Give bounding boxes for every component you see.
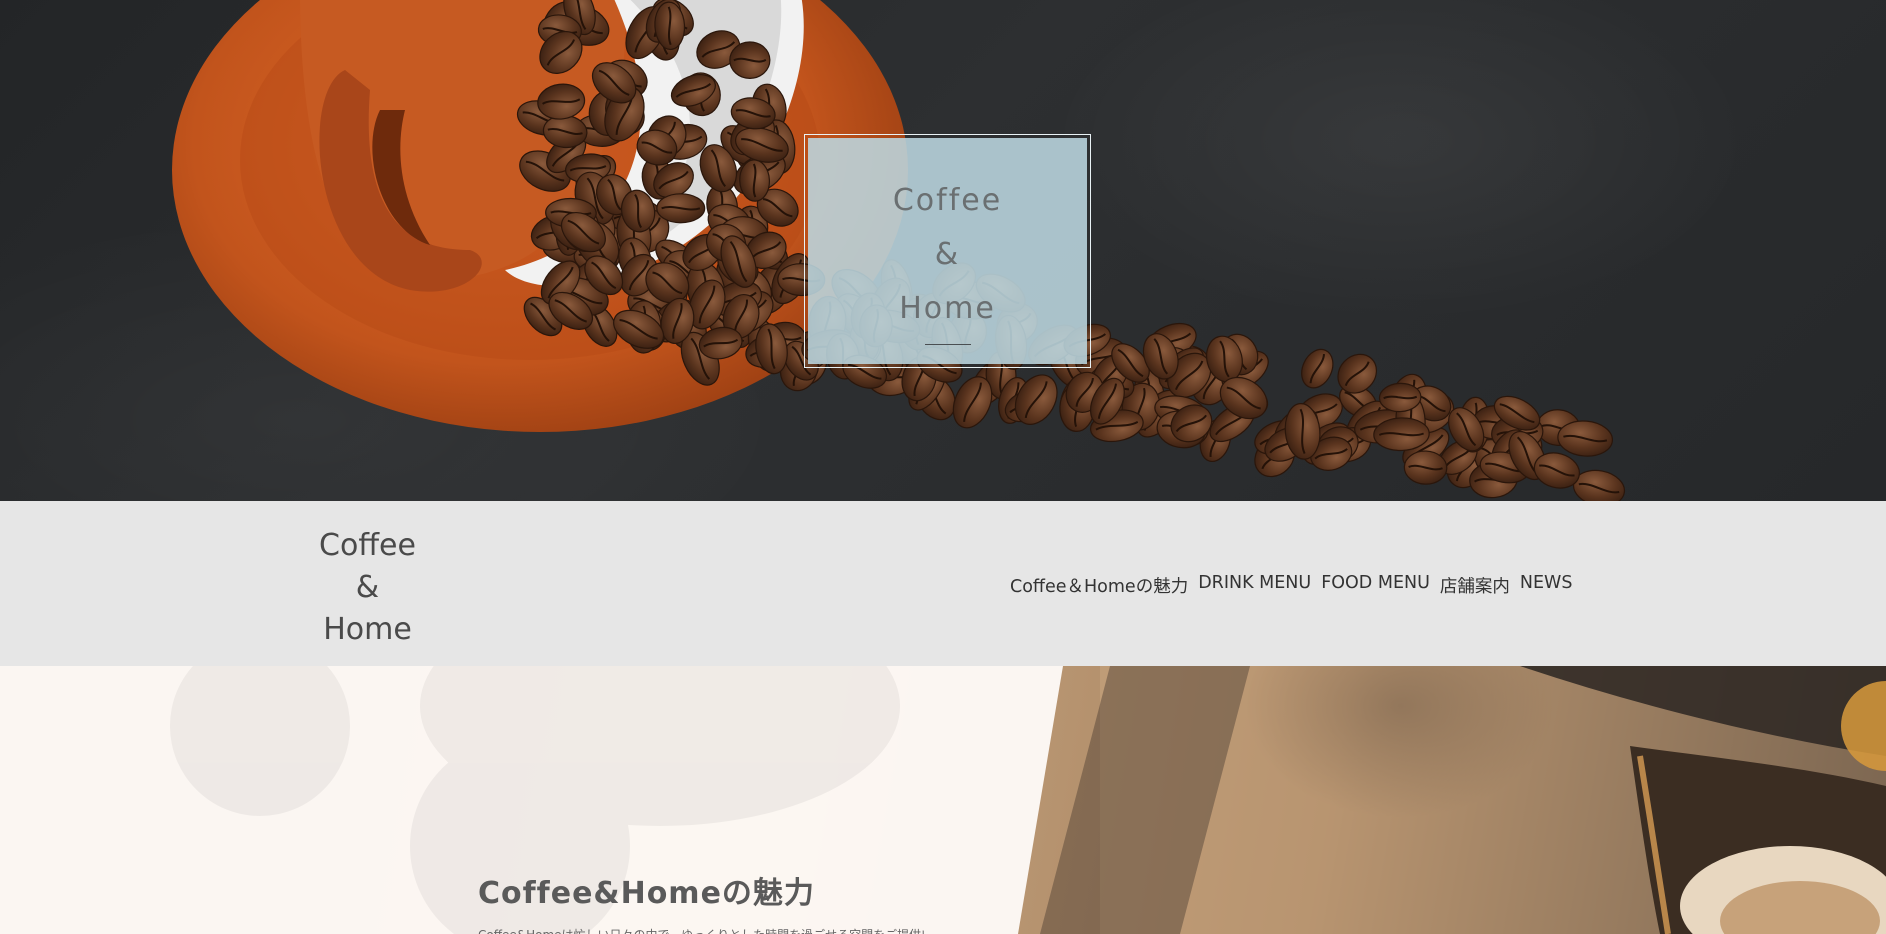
coffee-bean [1403,450,1448,485]
hero-title-line-1: Coffee [892,183,1003,218]
coffee-bean [1301,348,1334,389]
logo-line-2: & [355,570,380,605]
appeal-body-text: Coffee&Homeは忙しい日々の中で、ゆっくりとした時間を過ごせる空間をご提… [478,926,928,934]
nav-link-news[interactable]: NEWS [1520,573,1573,598]
site-header: Coffee & Home Coffee＆Homeの魅力 DRINK MENU … [0,501,1886,666]
hero-title-rule [924,344,971,345]
hero-title-card: Coffee & Home [804,134,1091,368]
logo-line-3: Home [323,612,412,647]
hero-title-line-2: & [934,237,961,272]
nav-link-appeal[interactable]: Coffee＆Homeの魅力 [1010,573,1188,598]
coffee-bean [729,41,771,79]
hero-banner: Coffee & Home [0,0,1886,501]
site-logo[interactable]: Coffee & Home [300,525,435,651]
logo-line-1: Coffee [319,528,416,563]
coffee-bean [1337,353,1378,394]
nav-link-drink-menu[interactable]: DRINK MENU [1198,573,1311,598]
appeal-heading: Coffee&Homeの魅力 [478,876,815,911]
appeal-section: Coffee&Homeの魅力 Coffee&Homeは忙しい日々の中で、ゆっくり… [0,666,1886,934]
nav-link-store-info[interactable]: 店舗案内 [1440,573,1510,598]
nav-link-food-menu[interactable]: FOOD MENU [1321,573,1430,598]
main-nav: Coffee＆Homeの魅力 DRINK MENU FOOD MENU 店舗案内… [1010,573,1572,598]
coffee-bean [656,193,706,224]
hero-title-line-3: Home [899,291,996,326]
